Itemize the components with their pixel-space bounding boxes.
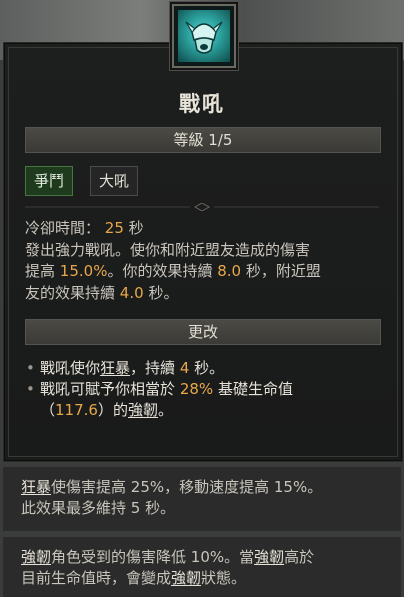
glossary-berserking: 狂暴使傷害提高 25%，移動速度提高 15%。 此效果最多維持 5 秒。	[3, 466, 401, 531]
berserking-link: 狂暴	[100, 359, 131, 377]
modifier-item-cont: （117.6）的強韌。	[40, 401, 174, 419]
tag-brawling: 爭鬥	[25, 166, 74, 196]
modifier-list: • 戰吼使你狂暴，持續 4 秒。 • 戰吼可賦予你相當於 28% 基礎生命值 （…	[26, 358, 386, 421]
glossary-term: 狂暴	[21, 478, 52, 496]
desc-line-3: 友的效果持續 4.0 秒。	[25, 283, 179, 302]
rank-bar: 等級 1/5	[25, 127, 381, 153]
tag-shout: 大吼	[90, 166, 139, 196]
fortify-link: 強韌	[128, 401, 159, 419]
cooldown-line: 冷卻時間： 25 秒	[25, 219, 144, 237]
cooldown-value: 25	[104, 219, 124, 237]
glossary-fortify: 強韌角色受到的傷害降低 10%。當強韌高於 目前生命值時，會變成強韌狀態。	[3, 536, 401, 597]
desc-line-2: 提高 15.0%。你的效果持續 8.0 秒，附近盟	[25, 262, 321, 280]
viking-helmet-shout-icon	[178, 10, 230, 62]
skill-icon-frame	[172, 4, 236, 68]
modifiers-header: 更改	[25, 319, 381, 345]
skill-title: 戰吼	[179, 92, 225, 116]
desc-line-1: 發出強力戰吼。使你和附近盟友造成的傷害	[25, 240, 311, 259]
damage-percent: 15.0%	[59, 262, 108, 280]
bullet-icon: •	[26, 359, 35, 377]
skill-description: 冷卻時間： 25 秒 發出強力戰吼。使你和附近盟友造成的傷害 提高 15.0%。…	[25, 218, 385, 304]
ally-duration: 4.0	[119, 283, 144, 302]
section-divider	[25, 203, 379, 211]
modifier-item: • 戰吼使你狂暴，持續 4 秒。	[26, 359, 225, 377]
modifier-item: • 戰吼可賦予你相當於 28% 基礎生命值	[26, 380, 293, 398]
glossary-term: 強韌	[21, 548, 52, 566]
bullet-icon: •	[26, 380, 35, 398]
self-duration: 8.0	[217, 262, 242, 280]
